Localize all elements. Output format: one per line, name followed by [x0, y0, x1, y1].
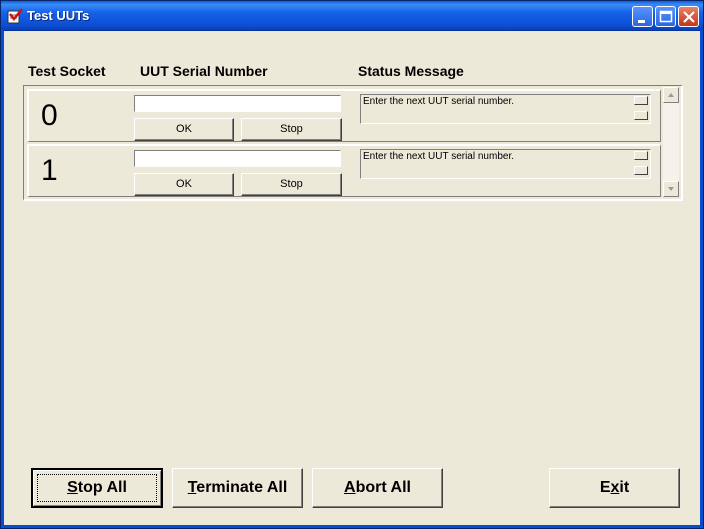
exit-button[interactable]: Exit: [549, 468, 680, 508]
socket-number: 1: [41, 154, 58, 187]
serial-number-input-0[interactable]: [134, 95, 341, 112]
scroll-down-button[interactable]: [634, 111, 648, 120]
ok-button-0[interactable]: OK: [134, 118, 234, 141]
column-header-test-socket: Test Socket: [28, 63, 106, 79]
abort-all-button[interactable]: Abort All: [312, 468, 443, 508]
window-border-bottom: [1, 525, 703, 528]
scroll-down-button[interactable]: [634, 166, 648, 175]
abort-all-label: bort All: [355, 479, 411, 496]
status-message-box-0[interactable]: Enter the next UUT serial number.: [360, 94, 651, 124]
test-uuts-window: Test UUTs Test Socket UUT Serial Number …: [0, 0, 704, 529]
maximize-button[interactable]: [655, 6, 676, 27]
close-icon: [683, 11, 695, 23]
terminate-all-mnemonic: T: [187, 479, 197, 496]
close-button[interactable]: [678, 6, 699, 27]
serial-number-input-1[interactable]: [134, 150, 341, 167]
socket-row-1: 1 OK Stop Enter the next UUT serial numb…: [27, 144, 661, 197]
scroll-up-button[interactable]: [634, 96, 648, 105]
window-border-right: [700, 30, 703, 528]
socket-number: 0: [41, 99, 58, 132]
column-header-status-message: Status Message: [358, 63, 464, 79]
status-scrollbar[interactable]: [634, 151, 648, 177]
socket-list-scrollbar[interactable]: [663, 87, 679, 197]
terminate-all-button[interactable]: Terminate All: [172, 468, 303, 508]
title-bar[interactable]: Test UUTs: [1, 1, 703, 31]
socket-list-panel: 0 OK Stop Enter the next UUT serial numb…: [23, 85, 683, 201]
exit-label-end: it: [619, 479, 630, 496]
terminate-all-label: erminate All: [196, 479, 288, 496]
scroll-up-button[interactable]: [663, 87, 679, 103]
window-border-left: [1, 30, 4, 528]
maximize-icon: [659, 10, 673, 23]
scroll-down-button[interactable]: [663, 181, 679, 197]
status-message-box-1[interactable]: Enter the next UUT serial number.: [360, 149, 651, 179]
socket-row-0: 0 OK Stop Enter the next UUT serial numb…: [27, 89, 661, 142]
stop-button-0[interactable]: Stop: [241, 118, 342, 141]
scroll-up-button[interactable]: [634, 151, 648, 160]
ok-button-1[interactable]: OK: [134, 173, 234, 196]
status-message-text: Enter the next UUT serial number.: [363, 96, 514, 107]
status-scrollbar[interactable]: [634, 96, 648, 122]
minimize-icon: [638, 20, 645, 23]
arrow-down-icon: [668, 187, 674, 191]
window-title: Test UUTs: [27, 8, 90, 23]
stop-button-1[interactable]: Stop: [241, 173, 342, 196]
abort-all-mnemonic: A: [344, 479, 356, 496]
checklist-icon[interactable]: [7, 8, 23, 24]
arrow-up-icon: [668, 93, 674, 97]
status-message-text: Enter the next UUT serial number.: [363, 151, 514, 162]
minimize-button[interactable]: [632, 6, 653, 27]
focus-rectangle: [37, 474, 157, 502]
stop-all-button[interactable]: Stop All: [31, 468, 163, 508]
exit-label-start: E: [599, 479, 611, 496]
column-header-serial-number: UUT Serial Number: [140, 63, 268, 79]
